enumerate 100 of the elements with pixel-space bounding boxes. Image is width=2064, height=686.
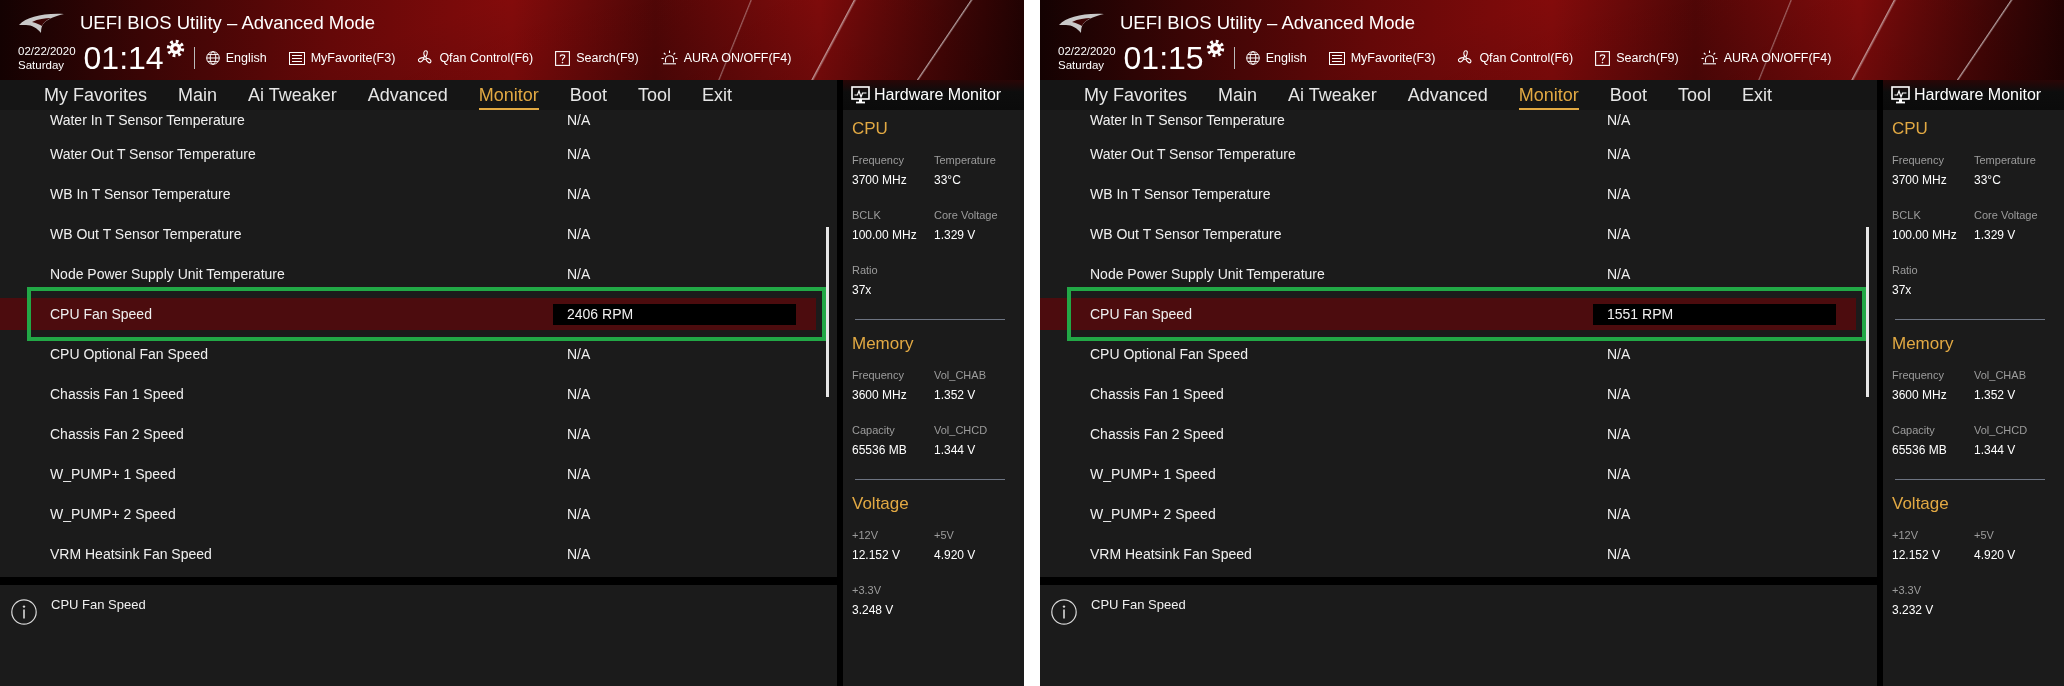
setting-label: CPU Fan Speed bbox=[50, 306, 153, 322]
setting-row[interactable]: Chassis Fan 1 Speed N/A bbox=[0, 378, 816, 410]
weekday-text: Saturday bbox=[18, 58, 66, 72]
menu-tab[interactable]: Main bbox=[178, 80, 218, 110]
list-icon bbox=[1328, 51, 1345, 65]
my-favorite-button[interactable]: MyFavorite(F3) bbox=[1328, 48, 1436, 68]
menu-tab[interactable]: Ai Tweaker bbox=[248, 80, 337, 110]
my-favorite-button[interactable]: MyFavorite(F3) bbox=[288, 48, 396, 68]
reading-label: Capacity bbox=[1892, 423, 1936, 437]
setting-label: WB In T Sensor Temperature bbox=[1090, 186, 1272, 202]
setting-row[interactable]: Chassis Fan 2 Speed N/A bbox=[0, 418, 816, 450]
reading-label: +12V bbox=[1892, 528, 1919, 542]
reading-label: Temperature bbox=[1974, 153, 2037, 167]
weekday-text: Saturday bbox=[1058, 58, 1106, 72]
setting-label: WB Out T Sensor Temperature bbox=[1090, 226, 1283, 242]
setting-row[interactable]: VRM Heatsink Fan Speed N/A bbox=[1040, 538, 1856, 570]
reading-label: +12V bbox=[852, 528, 879, 542]
setting-row[interactable]: WB In T Sensor Temperature N/A bbox=[1040, 178, 1856, 210]
section-title: CPU bbox=[1892, 119, 1929, 139]
reading-label: Frequency bbox=[852, 153, 905, 167]
menu-tab[interactable]: Tool bbox=[1677, 80, 1711, 110]
globe-icon bbox=[1245, 51, 1260, 65]
setting-label: WB Out T Sensor Temperature bbox=[50, 226, 243, 242]
setting-row[interactable]: WB In T Sensor Temperature N/A bbox=[0, 178, 816, 210]
settings-icon[interactable] bbox=[165, 39, 185, 58]
setting-row[interactable]: CPU Optional Fan Speed N/A bbox=[1040, 338, 1856, 370]
setting-label: Chassis Fan 2 Speed bbox=[50, 426, 185, 442]
menu-tab[interactable]: Exit bbox=[1741, 80, 1772, 110]
menu-tab[interactable]: Main bbox=[1218, 80, 1258, 110]
language-button[interactable]: English bbox=[1245, 48, 1307, 68]
reading-value: 3.232 V bbox=[1892, 602, 1935, 618]
menu-tab[interactable]: My Favorites bbox=[1084, 80, 1188, 110]
qfan-control-button[interactable]: Qfan Control(F6) bbox=[1457, 48, 1574, 68]
date-text: 02/22/2020 bbox=[18, 44, 76, 58]
aura-toggle-button[interactable]: AURA ON/OFF(F4) bbox=[660, 48, 792, 68]
setting-row[interactable]: Node Power Supply Unit Temperature N/A bbox=[0, 258, 816, 290]
setting-value: N/A bbox=[566, 384, 592, 404]
menu-tab[interactable]: My Favorites bbox=[44, 80, 148, 110]
setting-row[interactable]: W_PUMP+ 1 Speed N/A bbox=[1040, 458, 1856, 490]
search-button[interactable]: Search(F9) bbox=[555, 48, 639, 68]
lamp-icon bbox=[1700, 50, 1718, 66]
logo-icon bbox=[1058, 11, 1105, 35]
setting-value: N/A bbox=[1606, 384, 1632, 404]
setting-value: N/A bbox=[566, 344, 592, 364]
fan-icon bbox=[417, 50, 434, 66]
setting-value: N/A bbox=[566, 544, 592, 564]
section-title: CPU bbox=[852, 119, 889, 139]
setting-row[interactable]: CPU Fan Speed 2406 RPM bbox=[0, 298, 816, 330]
setting-row[interactable]: Water In T Sensor Temperature N/A bbox=[0, 110, 816, 130]
setting-label: Chassis Fan 1 Speed bbox=[1090, 386, 1225, 402]
setting-row[interactable]: WB Out T Sensor Temperature N/A bbox=[0, 218, 816, 250]
setting-row[interactable]: W_PUMP+ 2 Speed N/A bbox=[1040, 498, 1856, 530]
setting-row[interactable]: CPU Optional Fan Speed N/A bbox=[0, 338, 816, 370]
menu-tab[interactable]: Boot bbox=[1609, 80, 1647, 110]
setting-row[interactable]: W_PUMP+ 1 Speed N/A bbox=[0, 458, 816, 490]
reading-value: 1.352 V bbox=[1974, 387, 2017, 403]
reading-value: 4.920 V bbox=[934, 547, 977, 563]
reading-value: 1.329 V bbox=[1974, 227, 2017, 243]
menu-tab[interactable]: Ai Tweaker bbox=[1288, 80, 1377, 110]
setting-value: N/A bbox=[566, 144, 592, 164]
setting-row[interactable]: WB Out T Sensor Temperature N/A bbox=[1040, 218, 1856, 250]
reading-value: 1.352 V bbox=[934, 387, 977, 403]
setting-value: N/A bbox=[1606, 344, 1632, 364]
setting-value: N/A bbox=[566, 504, 592, 524]
scrollbar-thumb[interactable] bbox=[1866, 227, 1869, 397]
menu-tab[interactable]: Advanced bbox=[1407, 80, 1488, 110]
date-text: 02/22/2020 bbox=[1058, 44, 1116, 58]
setting-row[interactable]: Chassis Fan 1 Speed N/A bbox=[1040, 378, 1856, 410]
setting-row[interactable]: Chassis Fan 2 Speed N/A bbox=[1040, 418, 1856, 450]
menu-tab[interactable]: Exit bbox=[701, 80, 732, 110]
language-button[interactable]: English bbox=[205, 48, 267, 68]
reading-label: Ratio bbox=[852, 263, 879, 277]
menu-tab[interactable]: Advanced bbox=[367, 80, 448, 110]
scrollbar-thumb[interactable] bbox=[826, 227, 829, 397]
setting-row[interactable]: Water In T Sensor Temperature N/A bbox=[1040, 110, 1856, 130]
setting-value: N/A bbox=[1606, 224, 1632, 244]
menu-tab[interactable]: Tool bbox=[637, 80, 671, 110]
setting-label: CPU Optional Fan Speed bbox=[1090, 346, 1249, 362]
setting-row[interactable]: Water Out T Sensor Temperature N/A bbox=[0, 138, 816, 170]
help-text: CPU Fan Speed bbox=[1091, 596, 1186, 614]
search-button[interactable]: Search(F9) bbox=[1595, 48, 1679, 68]
reading-value: 1.329 V bbox=[934, 227, 977, 243]
value-readout: 2406 RPM bbox=[553, 303, 796, 325]
setting-label: Water Out T Sensor Temperature bbox=[50, 146, 257, 162]
setting-label: W_PUMP+ 1 Speed bbox=[50, 466, 177, 482]
menu-tab[interactable]: Boot bbox=[569, 80, 607, 110]
setting-value: N/A bbox=[566, 184, 592, 204]
setting-row[interactable]: Node Power Supply Unit Temperature N/A bbox=[1040, 258, 1856, 290]
list-icon bbox=[288, 51, 305, 65]
setting-row[interactable]: CPU Fan Speed 1551 RPM bbox=[1040, 298, 1856, 330]
setting-row[interactable]: W_PUMP+ 2 Speed N/A bbox=[0, 498, 816, 530]
reading-label: Vol_CHCD bbox=[934, 423, 989, 437]
reading-value: 37x bbox=[1892, 282, 1913, 298]
clock-time: 01:15 bbox=[1123, 41, 1204, 75]
aura-toggle-button[interactable]: AURA ON/OFF(F4) bbox=[1700, 48, 1832, 68]
settings-icon[interactable] bbox=[1205, 39, 1225, 58]
qfan-control-button[interactable]: Qfan Control(F6) bbox=[417, 48, 534, 68]
monitor-icon bbox=[1891, 86, 1910, 104]
setting-row[interactable]: VRM Heatsink Fan Speed N/A bbox=[0, 538, 816, 570]
setting-row[interactable]: Water Out T Sensor Temperature N/A bbox=[1040, 138, 1856, 170]
